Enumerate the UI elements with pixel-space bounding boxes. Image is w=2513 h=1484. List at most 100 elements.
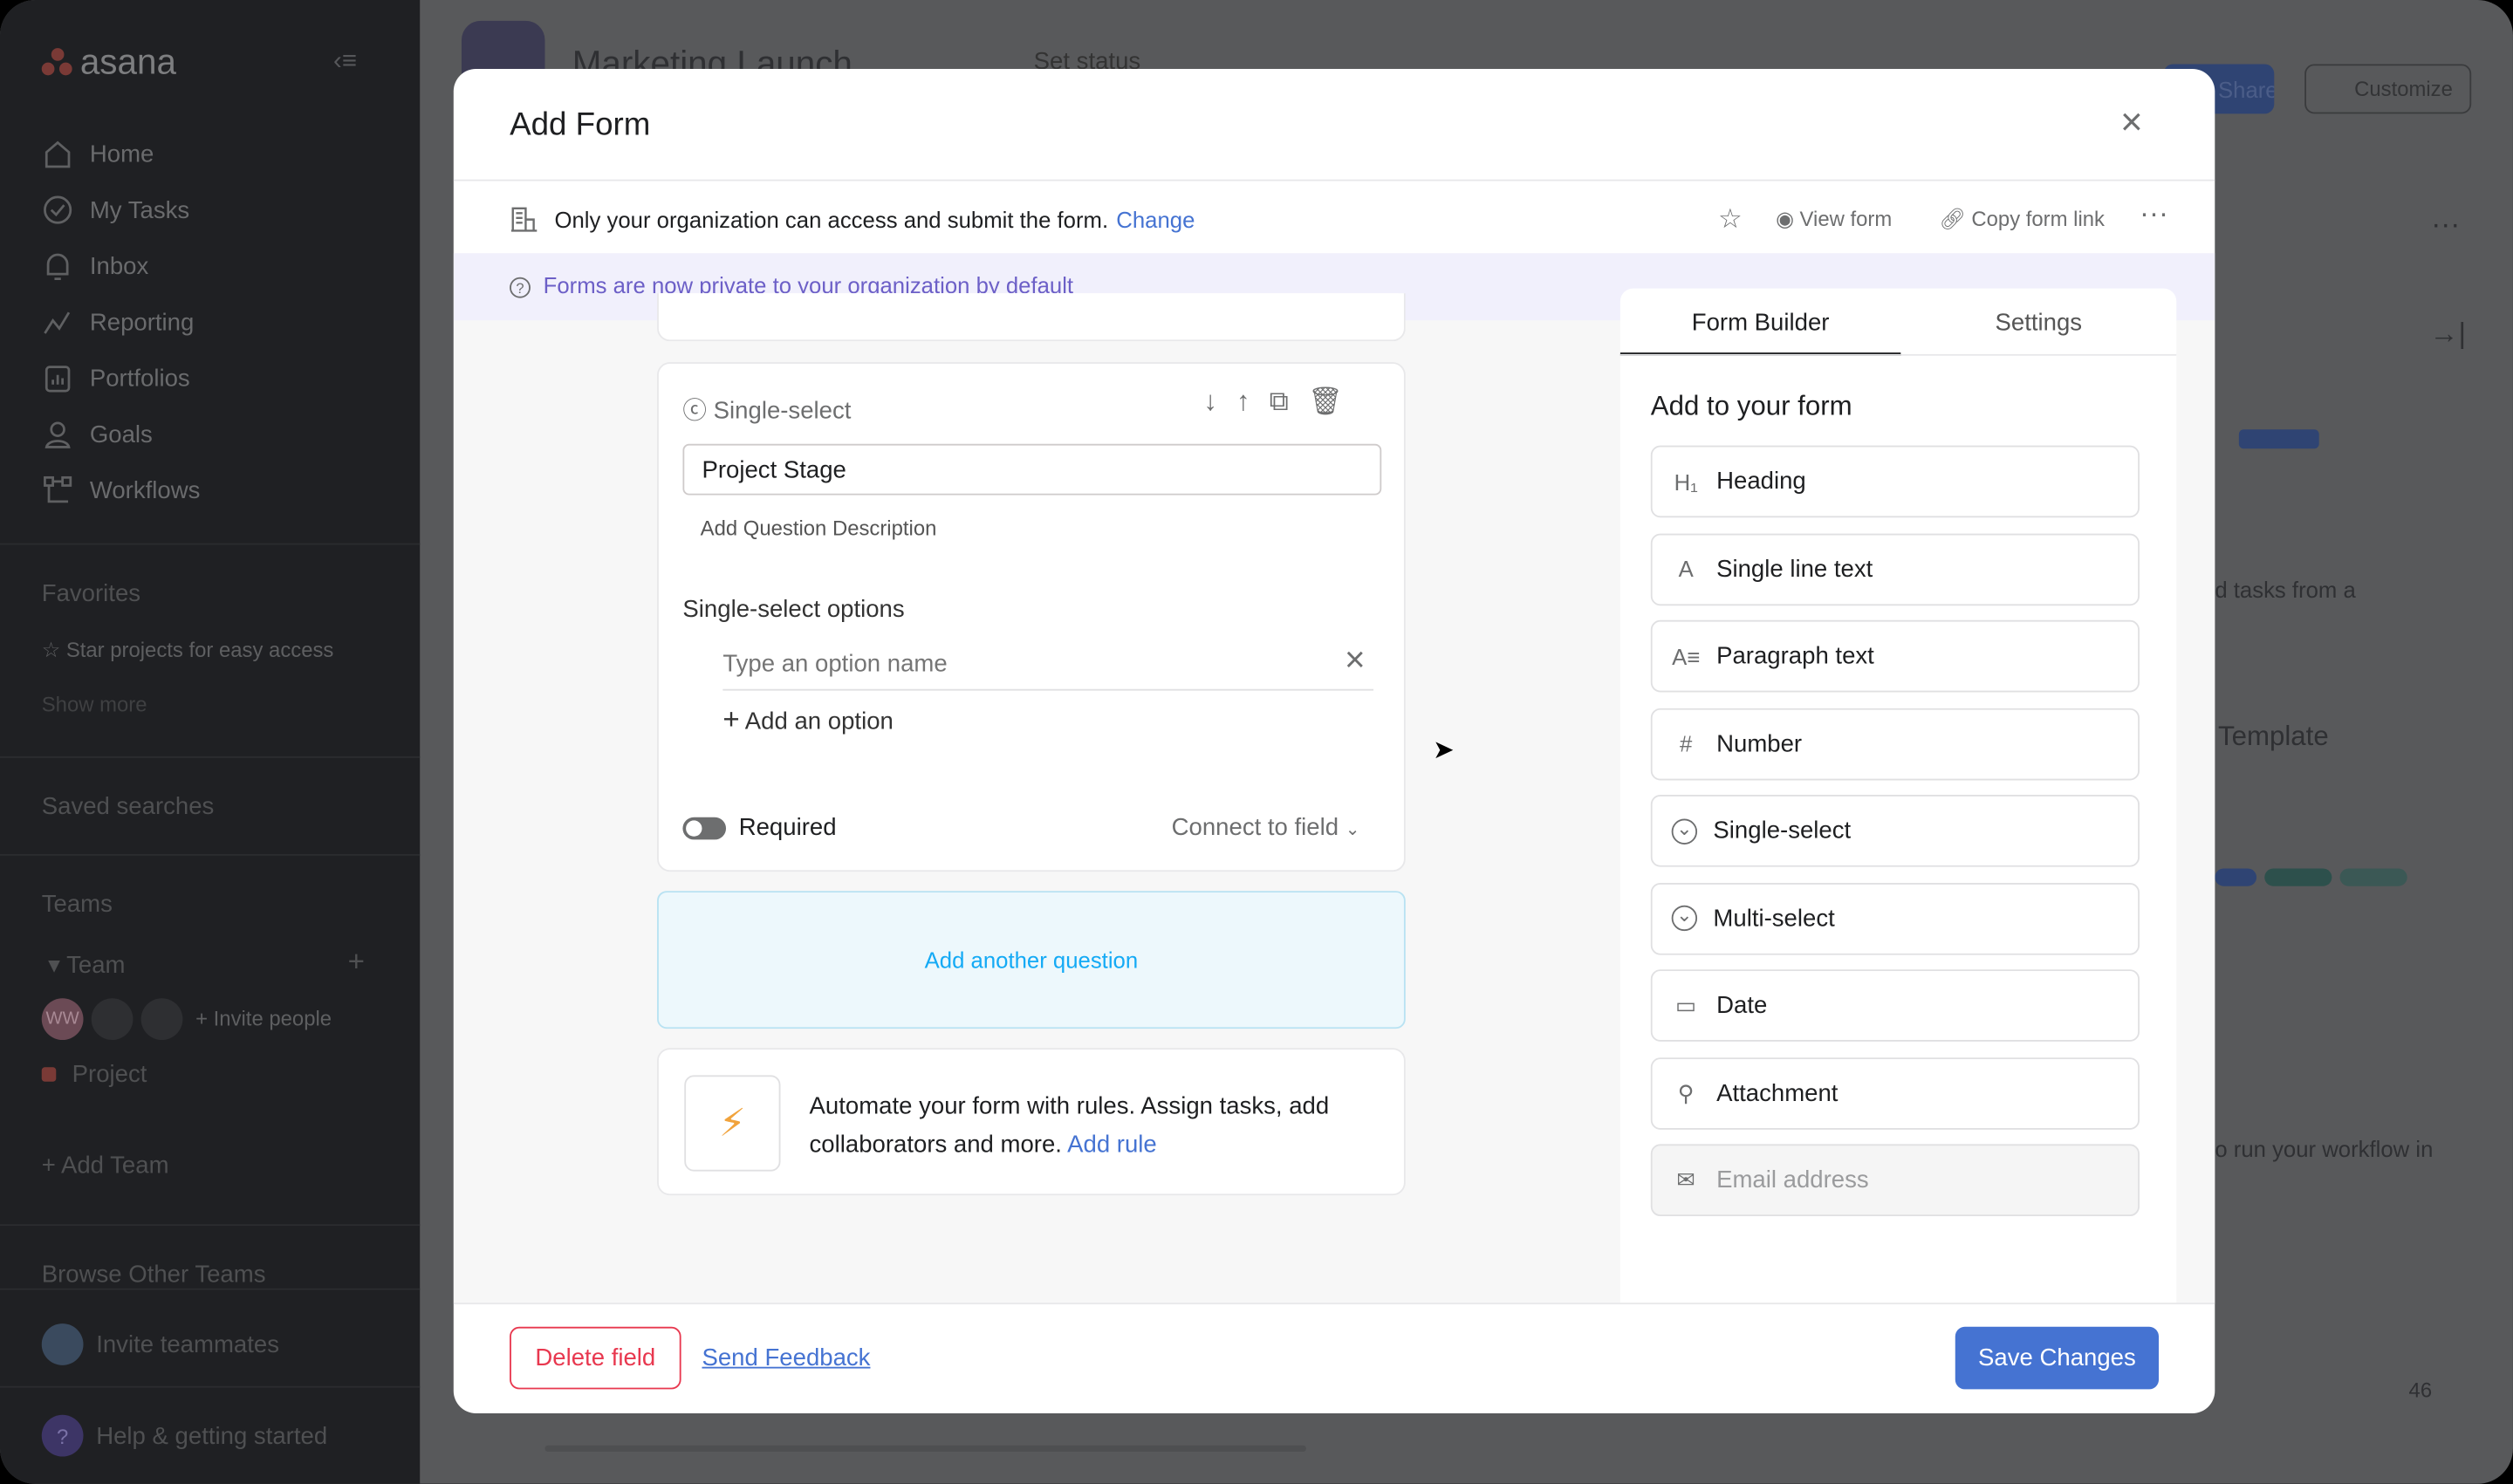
browse-teams-link[interactable]: Browse Other Teams [42,1261,266,1288]
divider [0,1224,421,1227]
background-text: o run your workflow in [2215,1136,2434,1162]
delete-field-button[interactable]: Delete field [510,1326,681,1390]
label: Copy form link [1971,206,2105,231]
more-options-icon[interactable]: ··· [2140,197,2168,231]
question-card[interactable]: ⓒ Single-select ↓ ↑ ⧉ 🗑︎ Add Question Descr… [657,362,1406,872]
paperclip-icon: ⚲ [1677,1079,1695,1105]
question-type: ⓒ Single-select [682,393,851,427]
add-description-link[interactable]: Add Question Description [701,516,937,540]
sidebar-item-workflows[interactable]: Workflows [42,466,394,514]
label: Goals [89,421,153,448]
copy-link-button[interactable]: 🔗︎ Copy form link [1939,207,2105,232]
chevron-circle-icon: ⌄ [1671,905,1698,932]
sidebar-item-my-tasks[interactable]: My Tasks [42,186,394,234]
move-down-icon[interactable]: ↓ [1203,386,1217,419]
more-icon[interactable]: ··· [2431,209,2460,243]
access-row: Only your organization can access and su… [510,205,1195,234]
move-up-icon[interactable]: ↑ [1236,386,1250,419]
option-name-input[interactable] [722,639,1374,691]
check-circle-icon [44,195,72,224]
label: Single line text [1716,555,1873,583]
add-another-question-button[interactable]: Add another question [657,891,1406,1029]
avatar[interactable] [91,998,134,1041]
builder-item-multi-select[interactable]: ⌄ Multi-select [1650,882,2140,954]
save-changes-button[interactable]: Save Changes [1955,1326,2160,1390]
builder-item-single-line-text[interactable]: A Single line text [1650,532,2140,605]
collapse-sidebar-icon[interactable]: ‹≡ [333,48,357,77]
label: Connect to field [1171,814,1339,842]
builder-item-number[interactable]: # Number [1650,707,2140,780]
invite-icon [41,1323,84,1365]
invite-teammates-button[interactable]: Invite teammates [41,1323,279,1365]
divider [0,1288,421,1290]
builder-item-heading[interactable]: H₁ Heading [1650,445,2140,518]
tag [2215,868,2257,886]
add-team-member-icon[interactable]: + [348,946,365,980]
label: Date [1716,991,1768,1020]
required-toggle[interactable] [682,817,727,840]
add-team-button[interactable]: + Add Team [42,1152,169,1180]
sidebar-item-goals[interactable]: Goals [42,410,394,458]
label: Paragraph text [1716,642,1874,670]
builder-item-paragraph-text[interactable]: A≡ Paragraph text [1650,619,2140,693]
brand-name: asana [79,41,176,82]
close-icon[interactable]: × [2120,103,2143,142]
label: Single-select [1713,817,1852,845]
send-feedback-link[interactable]: Send Feedback [702,1344,870,1371]
sidebar-item-portfolios[interactable]: Portfolios [42,354,394,402]
tab-settings[interactable]: Settings [1900,289,2177,356]
collapse-panel-icon[interactable]: →| [2429,318,2466,352]
sidebar: asana ‹≡ Home My Tasks Inbox Reporting P… [0,0,421,1484]
builder-item-attachment[interactable]: ⚲ Attachment [1650,1057,2140,1129]
avatar[interactable] [140,998,183,1041]
help-icon: ? [41,1414,84,1457]
view-form-button[interactable]: ◉ View form [1776,207,1892,232]
folder-chart-icon [45,366,71,393]
divider [453,1303,2215,1305]
trash-icon[interactable]: 🗑︎ [1308,386,1343,419]
favorites-heading: Favorites [41,579,141,608]
saved-searches-heading[interactable]: Saved searches [42,793,215,820]
builder-item-single-select[interactable]: ⌄ Single-select [1650,795,2140,867]
add-rule-link[interactable]: Add rule [1067,1132,1157,1159]
previous-question-card[interactable] [657,293,1406,342]
plus-icon: + [722,703,740,736]
background-text: d tasks from a [2215,577,2356,603]
duplicate-icon[interactable]: ⧉ [1270,386,1289,419]
help-button[interactable]: ? Help & getting started [41,1414,328,1457]
builder-item-email-address[interactable]: ✉ Email address [1650,1144,2140,1217]
avatar[interactable]: WW [41,998,84,1041]
label: Add an option [744,708,894,736]
asana-logo[interactable]: asana [41,41,176,84]
tag [2264,868,2332,886]
divider [0,543,421,545]
label: Help & getting started [96,1422,328,1450]
heading-icon: H₁ [1674,468,1698,495]
sidebar-item-inbox[interactable]: Inbox [42,242,394,290]
building-icon [510,207,538,232]
divider [0,1385,421,1388]
label: Save Changes [1978,1344,2136,1372]
sidebar-item-reporting[interactable]: Reporting [42,298,394,346]
tab-form-builder[interactable]: Form Builder [1619,289,1901,356]
builder-item-date[interactable]: ▭ Date [1650,969,2140,1042]
show-more-link[interactable]: Show more [42,692,147,716]
label: Invite teammates [96,1330,279,1358]
mail-icon: ✉ [1676,1166,1695,1193]
connect-field-dropdown[interactable]: Connect to field ⌄ [1172,814,1360,841]
invite-people-button[interactable]: + Invite people [195,1006,332,1030]
customize-button[interactable]: Customize [2304,64,2472,114]
bell-icon [46,253,69,280]
team-item[interactable]: ▾ Team [48,950,125,979]
sidebar-item-home[interactable]: Home [42,130,394,178]
add-option-button[interactable]: + Add an option [722,703,893,737]
change-access-link[interactable]: Change [1116,207,1195,232]
teams-heading: Teams [41,891,113,919]
task-count: 46 [2408,1378,2433,1403]
chart-line-icon [44,311,71,334]
star-icon[interactable]: ☆ [1718,203,1743,236]
remove-option-icon[interactable]: × [1345,642,1366,678]
project-item[interactable]: Project [41,1061,147,1088]
question-title-input[interactable] [682,443,1382,496]
eye-icon: ◉ [1776,206,1794,231]
